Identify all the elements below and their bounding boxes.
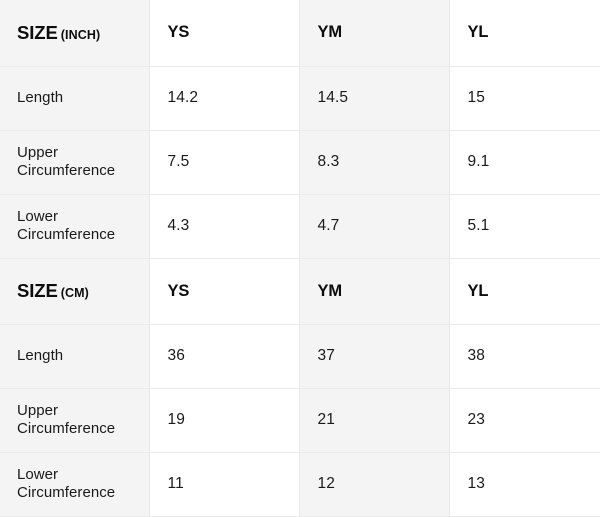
column-header-ym-cm: YM	[299, 258, 450, 325]
row-label: Length	[0, 66, 150, 131]
table-cell: 8.3	[299, 130, 450, 195]
table-cell: 13	[449, 452, 600, 517]
row-label: Upper Circumference	[0, 388, 150, 453]
size-unit-text: (INCH)	[60, 27, 101, 42]
table-cell: 14.5	[299, 66, 450, 131]
table-cell: 36	[149, 324, 300, 389]
column-header-yl-cm: YL	[449, 258, 600, 325]
header-label-inch: SIZE (INCH)	[0, 0, 150, 67]
row-label: Upper Circumference	[0, 130, 150, 195]
table-row: Lower Circumference 4.3 4.7 5.1	[0, 194, 600, 259]
column-header-ys-inch: YS	[149, 0, 300, 67]
table-row: Upper Circumference 19 21 23	[0, 388, 600, 453]
table-cell: 14.2	[149, 66, 300, 131]
size-chart-table: SIZE (INCH) YS YM YL Length 14.2 14.5 15…	[0, 0, 600, 517]
table-cell: 4.3	[149, 194, 300, 259]
table-cell: 23	[449, 388, 600, 453]
table-cell: 12	[299, 452, 450, 517]
table-cell: 15	[449, 66, 600, 131]
table-cell: 5.1	[449, 194, 600, 259]
header-label-cm: SIZE (CM)	[0, 258, 150, 325]
table-row: Upper Circumference 7.5 8.3 9.1	[0, 130, 600, 195]
column-header-ys-cm: YS	[149, 258, 300, 325]
row-label: Lower Circumference	[0, 194, 150, 259]
table-cell: 21	[299, 388, 450, 453]
table-row: Length 14.2 14.5 15	[0, 66, 600, 131]
column-header-ym-inch: YM	[299, 0, 450, 67]
table-cell: 38	[449, 324, 600, 389]
column-header-yl-inch: YL	[449, 0, 600, 67]
row-label: Length	[0, 324, 150, 389]
row-label: Lower Circumference	[0, 452, 150, 517]
table-row: Lower Circumference 11 12 13	[0, 452, 600, 517]
size-heading-text: SIZE	[17, 21, 58, 43]
table-cell: 7.5	[149, 130, 300, 195]
table-cell: 37	[299, 324, 450, 389]
table-cell: 9.1	[449, 130, 600, 195]
table-row: Length 36 37 38	[0, 324, 600, 389]
table-cell: 11	[149, 452, 300, 517]
size-unit-text: (CM)	[60, 286, 89, 301]
size-header-row-cm: SIZE (CM) YS YM YL	[0, 258, 600, 325]
table-cell: 4.7	[299, 194, 450, 259]
table-cell: 19	[149, 388, 300, 453]
size-heading-text: SIZE	[17, 280, 58, 302]
size-header-row-inch: SIZE (INCH) YS YM YL	[0, 0, 600, 67]
